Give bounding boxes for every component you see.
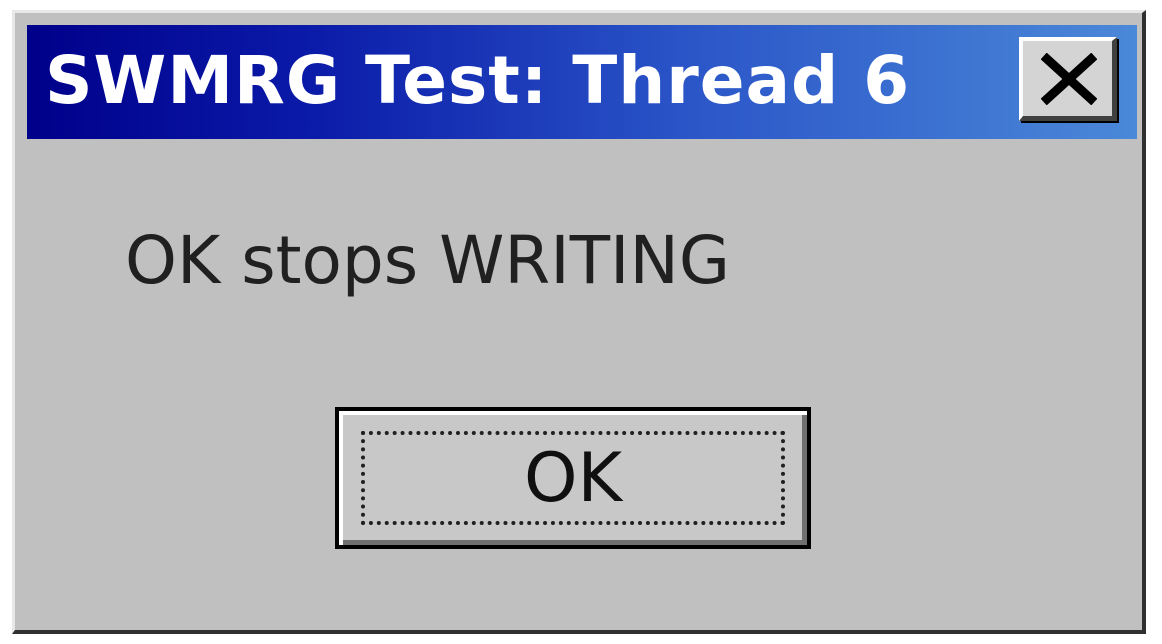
dialog-message: OK stops WRITING bbox=[125, 222, 730, 299]
close-button[interactable] bbox=[1019, 37, 1117, 121]
close-icon bbox=[1041, 53, 1097, 105]
dialog-title: SWMRG Test: Thread 6 bbox=[45, 42, 911, 119]
ok-button[interactable]: OK bbox=[335, 407, 811, 549]
ok-button-label: OK bbox=[523, 439, 623, 518]
message-dialog: SWMRG Test: Thread 6 OK stops WRITING OK bbox=[12, 10, 1146, 634]
title-bar[interactable]: SWMRG Test: Thread 6 bbox=[27, 25, 1137, 139]
